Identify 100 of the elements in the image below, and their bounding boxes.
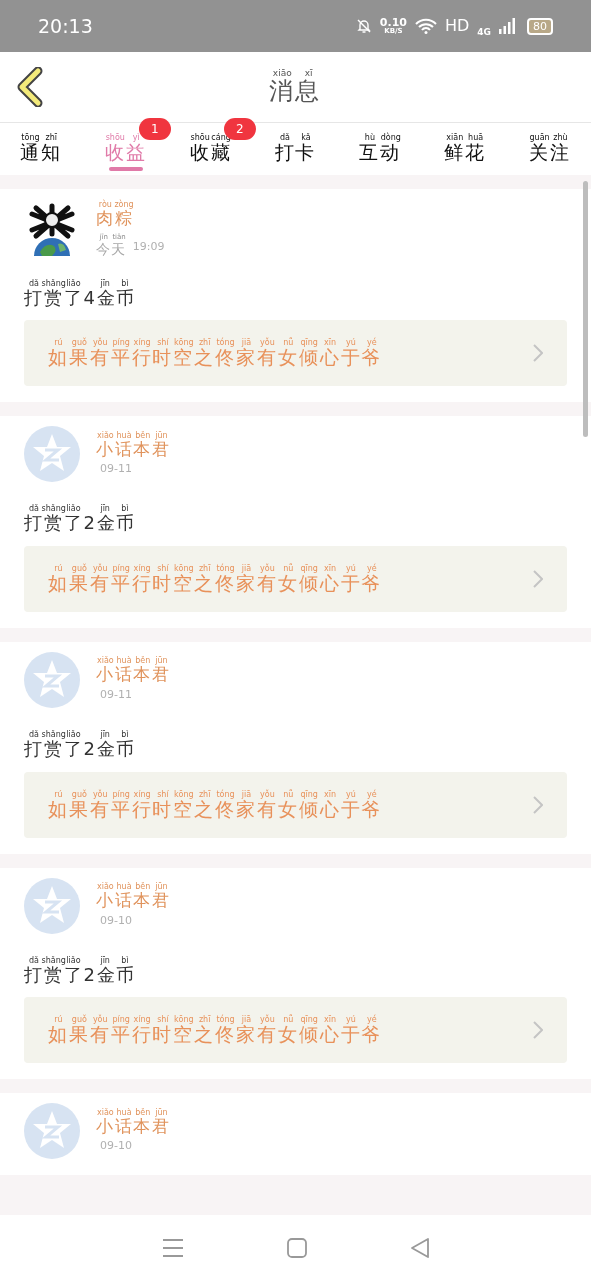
pinyin: dǎ <box>280 134 290 143</box>
tab-label: 关注 <box>529 142 571 164</box>
pinyin: běn <box>135 1108 151 1117</box>
reward-text: 打赏了4金币 <box>24 287 137 309</box>
pinyin: běn <box>135 657 151 666</box>
scroll-bar[interactable] <box>583 181 588 437</box>
pinyin: yǒu <box>260 339 275 348</box>
pinyin: shǎng <box>41 731 66 739</box>
avatar-icon <box>24 426 80 483</box>
message-time: 19:09 <box>132 239 165 256</box>
pinyin: huā <box>468 134 484 143</box>
count-badge: 1 <box>138 118 171 141</box>
reward-text: 打赏了2金币 <box>24 964 137 986</box>
tab[interactable]: dǎ kǎ 打卡 <box>274 132 317 175</box>
pinyin: yǒu <box>260 1016 275 1025</box>
pinyin: xiǎo <box>96 1108 114 1117</box>
message-time: 09-11 <box>100 687 132 704</box>
pinyin: tóng <box>216 790 235 799</box>
tab-label: 收藏 <box>189 142 232 164</box>
pinyin: zhù <box>553 134 568 143</box>
tab[interactable]: xiān huā 鲜花 <box>444 132 487 175</box>
pinyin: shí <box>157 1016 169 1025</box>
back-triangle-icon[interactable] <box>409 1236 430 1259</box>
pinyin: shí <box>157 339 169 348</box>
pinyin: guǒ <box>71 565 87 574</box>
story-title: 如果有平行时空之佟家有女倾心于爷 <box>48 798 383 821</box>
pinyin: kōng <box>173 565 194 574</box>
pinyin: kōng <box>173 790 194 799</box>
pinyin: qīng <box>300 339 318 348</box>
pinyin: běn <box>135 883 151 892</box>
pinyin: jiā <box>241 565 252 574</box>
pinyin: bì <box>121 731 129 739</box>
tab[interactable]: hù dòng 互动 <box>359 132 402 175</box>
tab[interactable]: tōng zhī 通知 <box>20 132 62 175</box>
pinyin: rú <box>54 1016 63 1025</box>
pinyin: kōng <box>173 1016 194 1025</box>
pinyin: jīn <box>100 505 110 514</box>
pinyin: jūn <box>155 657 168 666</box>
pinyin: qīng <box>300 1016 318 1025</box>
avatar-icon <box>24 1103 80 1160</box>
pinyin: jīn <box>100 731 110 739</box>
tab-label: 鲜花 <box>444 142 487 164</box>
pinyin: yǒu <box>92 565 108 574</box>
network-type: 4G <box>477 26 491 40</box>
pinyin: bì <box>121 956 129 965</box>
pinyin: yǒu <box>92 339 108 348</box>
pinyin: jīn <box>100 279 110 288</box>
pinyin: huà <box>116 657 132 666</box>
pinyin: huà <box>116 431 132 440</box>
bell-off-icon <box>355 18 372 34</box>
pinyin: yǒu <box>260 790 275 799</box>
reward-text: 打赏了2金币 <box>24 739 137 760</box>
pinyin: rú <box>54 565 63 574</box>
pinyin: huà <box>116 883 132 892</box>
pinyin: tóng <box>216 1016 235 1025</box>
page-title: 消息 <box>269 78 322 106</box>
message-time: 09-10 <box>100 1138 132 1155</box>
pinyin: xīn <box>324 565 337 574</box>
pinyin: yú <box>346 790 356 799</box>
pinyin: jiā <box>241 1016 252 1025</box>
battery-level: 80 <box>527 17 553 35</box>
pinyin: xíng <box>133 790 151 799</box>
chevron-right-icon <box>533 570 543 588</box>
status-time: 20:13 <box>38 13 93 39</box>
pinyin: nǚ <box>283 339 294 348</box>
pinyin: guǒ <box>71 1016 87 1025</box>
story-title: 如果有平行时空之佟家有女倾心于爷 <box>48 347 383 370</box>
home-icon[interactable] <box>286 1237 307 1258</box>
pinyin: kōng <box>173 339 194 348</box>
pinyin: yú <box>346 565 356 574</box>
pinyin: liǎo <box>66 956 81 965</box>
pinyin: liǎo <box>66 505 81 514</box>
pinyin: píng <box>112 1016 130 1025</box>
pinyin: dòng <box>380 134 401 143</box>
pinyin: xiāo <box>272 69 292 79</box>
pinyin: shōu <box>105 134 125 143</box>
pinyin: yú <box>346 1016 356 1025</box>
pinyin: jūn <box>155 1108 168 1117</box>
pinyin: běn <box>135 431 151 440</box>
pinyin: hù <box>364 134 375 143</box>
avatar-icon <box>24 652 80 708</box>
pinyin: yǒu <box>92 790 108 799</box>
story-title: 如果有平行时空之佟家有女倾心于爷 <box>48 573 383 595</box>
menu-icon[interactable] <box>161 1237 184 1258</box>
story-title: 如果有平行时空之佟家有女倾心于爷 <box>48 1024 383 1047</box>
chevron-right-icon <box>533 344 543 363</box>
pinyin: yé <box>366 1016 377 1025</box>
pinyin: guān <box>529 134 550 143</box>
user-name: 小话本君 <box>96 891 171 911</box>
pinyin: xíng <box>133 565 151 574</box>
user-name: 小话本君 <box>96 439 171 460</box>
pinyin: liǎo <box>66 279 81 288</box>
pinyin: kǎ <box>301 134 311 143</box>
tab[interactable]: guān zhù 关注 <box>529 132 571 175</box>
chevron-right-icon <box>533 1021 543 1040</box>
pinyin: yé <box>366 565 377 574</box>
pinyin: yǒu <box>92 1016 108 1025</box>
pinyin: qīng <box>300 565 318 574</box>
pinyin: shōu <box>190 134 210 143</box>
pinyin: dǎ <box>28 731 39 739</box>
